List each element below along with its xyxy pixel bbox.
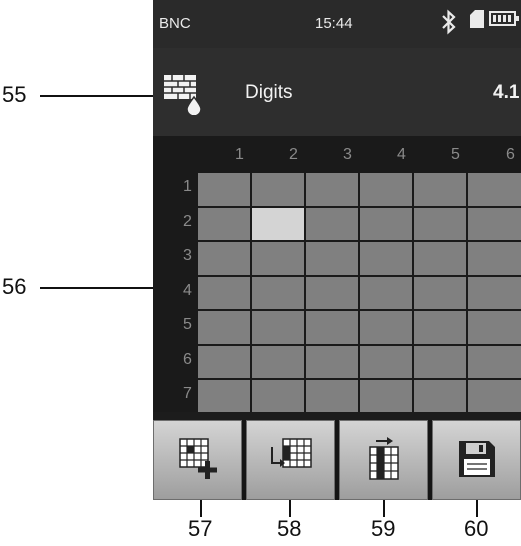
grid-cell[interactable] — [468, 173, 521, 206]
grid-cell[interactable] — [252, 277, 304, 309]
callout-60: 60 — [464, 516, 489, 541]
grid-cell[interactable] — [414, 208, 466, 240]
grid-cell[interactable] — [252, 380, 304, 412]
row-header: 2 — [183, 213, 192, 230]
grid-cell[interactable] — [468, 208, 521, 240]
grid-cell[interactable] — [198, 311, 250, 344]
grid-cell[interactable] — [306, 380, 358, 412]
grid-cell[interactable] — [414, 346, 466, 378]
insert-column-icon — [369, 437, 399, 480]
digit-grid: 1 2 3 4 5 6 1 2 3 4 5 6 7 — [153, 136, 521, 412]
grid-cell[interactable] — [306, 173, 358, 206]
grid-cell-selected[interactable] — [252, 208, 304, 240]
save-icon — [459, 441, 495, 477]
row-header: 3 — [183, 247, 192, 264]
row-header: 5 — [183, 316, 192, 333]
grid-cell[interactable] — [414, 173, 466, 206]
grid-cell[interactable] — [306, 242, 358, 275]
callout-55: 55 — [2, 82, 27, 107]
row-header: 4 — [183, 282, 192, 299]
brick-wall-drop-icon[interactable] — [163, 73, 203, 115]
column-header: 5 — [451, 146, 460, 163]
row-header: 6 — [183, 351, 192, 368]
grid-cell[interactable] — [360, 173, 412, 206]
grid-cell[interactable] — [468, 311, 521, 344]
grid-cell[interactable] — [360, 208, 412, 240]
device-screen: BNC 15:44 Digits 4.1 1 2 3 4 5 6 1 2 3 4… — [153, 0, 521, 500]
insert-column-button[interactable] — [339, 420, 428, 500]
grid-cell[interactable] — [252, 173, 304, 206]
move-cells-icon — [271, 438, 312, 468]
grid-cell[interactable] — [468, 380, 521, 412]
column-header: 1 — [235, 146, 244, 163]
grid-cell[interactable] — [306, 208, 358, 240]
save-button[interactable] — [432, 420, 521, 500]
grid-cell[interactable] — [414, 242, 466, 275]
column-header: 2 — [289, 146, 298, 163]
grid-cell[interactable] — [306, 311, 358, 344]
battery-icon — [489, 11, 519, 26]
grid-cell[interactable] — [198, 242, 250, 275]
move-cells-button[interactable] — [246, 420, 335, 500]
grid-cell[interactable] — [306, 277, 358, 309]
grid-cell[interactable] — [252, 346, 304, 378]
grid-cell[interactable] — [252, 311, 304, 344]
grid-cell[interactable] — [414, 380, 466, 412]
bluetooth-icon — [442, 9, 456, 35]
grid-cell[interactable] — [360, 277, 412, 309]
grid-cell[interactable] — [468, 346, 521, 378]
row-header: 7 — [183, 385, 192, 402]
add-cell-button[interactable] — [153, 420, 242, 500]
column-header: 4 — [397, 146, 406, 163]
callout-line-55 — [40, 95, 158, 97]
grid-cell[interactable] — [198, 173, 250, 206]
grid-cell[interactable] — [252, 242, 304, 275]
header-title: Digits — [245, 82, 293, 103]
column-header: 3 — [343, 146, 352, 163]
grid-cell[interactable] — [198, 277, 250, 309]
grid-cell[interactable] — [468, 277, 521, 309]
grid-cell[interactable] — [198, 208, 250, 240]
grid-cell[interactable] — [198, 380, 250, 412]
header-value: 4.1 — [493, 82, 520, 103]
grid-cell[interactable] — [468, 242, 521, 275]
bottom-toolbar — [153, 420, 521, 500]
carrier-label: BNC — [159, 15, 191, 32]
callout-56: 56 — [2, 274, 27, 299]
grid-cell[interactable] — [306, 346, 358, 378]
callout-59: 59 — [371, 516, 396, 541]
column-header: 6 — [506, 146, 515, 163]
sd-card-icon — [470, 10, 484, 28]
grid-cell[interactable] — [414, 311, 466, 344]
grid-cell[interactable] — [360, 242, 412, 275]
grid-cell[interactable] — [360, 346, 412, 378]
clock: 15:44 — [315, 15, 353, 32]
row-header: 1 — [183, 178, 192, 195]
callout-57: 57 — [188, 516, 213, 541]
status-bar: BNC 15:44 — [153, 0, 521, 48]
grid-cell[interactable] — [198, 346, 250, 378]
callout-58: 58 — [277, 516, 302, 541]
header-bar: Digits 4.1 — [153, 48, 521, 136]
grid-cell[interactable] — [414, 277, 466, 309]
grid-cell[interactable] — [360, 311, 412, 344]
grid-cell[interactable] — [360, 380, 412, 412]
add-cell-icon — [179, 438, 217, 479]
